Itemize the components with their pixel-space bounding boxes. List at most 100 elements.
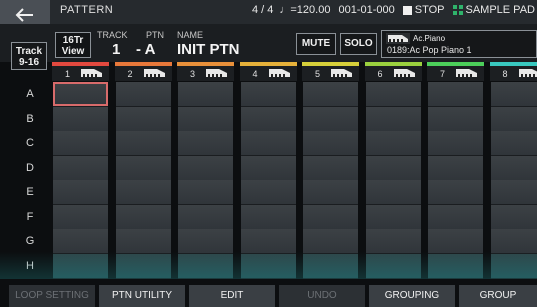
row-label-e[interactable]: E bbox=[11, 180, 49, 205]
pattern-cell-2-h[interactable] bbox=[115, 253, 171, 279]
pattern-cell-7-b[interactable] bbox=[428, 106, 483, 132]
pattern-cell-3-g[interactable] bbox=[178, 229, 233, 254]
pattern-cell-5-c[interactable] bbox=[303, 131, 358, 156]
16tr-view-button[interactable]: 16Tr View bbox=[55, 32, 91, 58]
pattern-cell-7-f[interactable] bbox=[428, 204, 483, 230]
pattern-cell-8-f[interactable] bbox=[490, 204, 537, 230]
pattern-cell-2-a[interactable] bbox=[115, 82, 171, 107]
pattern-cell-1-e[interactable] bbox=[53, 180, 108, 205]
pattern-cell-3-h[interactable] bbox=[178, 253, 233, 279]
pattern-cell-5-a[interactable] bbox=[303, 82, 358, 107]
row-label-d[interactable]: D bbox=[11, 156, 49, 181]
grand-piano-icon bbox=[143, 69, 165, 77]
pattern-cell-1-c[interactable] bbox=[53, 131, 108, 156]
track-header-8[interactable]: 8 bbox=[489, 66, 537, 81]
tempo[interactable]: ♩=120.00 bbox=[279, 4, 330, 16]
pattern-cell-4-f[interactable] bbox=[240, 204, 296, 230]
row-label-g[interactable]: G bbox=[11, 229, 49, 254]
back-arrow-icon bbox=[15, 8, 33, 22]
pattern-cell-6-h[interactable] bbox=[365, 253, 421, 279]
pattern-cell-6-d[interactable] bbox=[365, 155, 421, 181]
pattern-cell-5-d[interactable] bbox=[303, 155, 358, 181]
track-value[interactable]: 1 bbox=[112, 41, 120, 58]
stop-square-icon bbox=[402, 5, 412, 15]
row-label-b[interactable]: B bbox=[11, 107, 49, 132]
pattern-cell-8-d[interactable] bbox=[490, 155, 537, 181]
pattern-cell-1-b[interactable] bbox=[53, 106, 108, 132]
pattern-cell-8-b[interactable] bbox=[490, 106, 537, 132]
pattern-cell-2-b[interactable] bbox=[115, 106, 171, 132]
pattern-cell-5-b[interactable] bbox=[303, 106, 358, 132]
pattern-cell-1-g[interactable] bbox=[53, 229, 108, 254]
pattern-cell-4-e[interactable] bbox=[240, 180, 296, 205]
pattern-cell-4-c[interactable] bbox=[240, 131, 296, 156]
pattern-cell-1-f[interactable] bbox=[53, 204, 108, 230]
sample-pad-mode[interactable]: SAMPLE PAD bbox=[466, 4, 536, 16]
pattern-cell-2-d[interactable] bbox=[115, 155, 171, 181]
pattern-cell-1-a[interactable] bbox=[53, 82, 108, 107]
grand-piano-icon bbox=[206, 69, 227, 77]
song-position: 001-01-000 bbox=[338, 4, 395, 16]
pattern-cell-4-b[interactable] bbox=[240, 106, 296, 132]
row-label-f[interactable]: F bbox=[11, 205, 49, 230]
grouping-button[interactable]: GROUPING bbox=[369, 285, 455, 307]
pattern-cell-6-c[interactable] bbox=[365, 131, 421, 156]
ptn-utility-button[interactable]: PTN UTILITY bbox=[99, 285, 185, 307]
pattern-cell-2-g[interactable] bbox=[115, 229, 171, 254]
track-header-7[interactable]: 7 bbox=[427, 66, 484, 81]
pattern-cell-6-b[interactable] bbox=[365, 106, 421, 132]
ptn-value[interactable]: - A bbox=[136, 41, 155, 58]
pattern-cell-7-d[interactable] bbox=[428, 155, 483, 181]
solo-button[interactable]: SOLO bbox=[340, 33, 377, 55]
pattern-cell-5-h[interactable] bbox=[303, 253, 358, 279]
pattern-cell-7-a[interactable] bbox=[428, 82, 483, 107]
track-header-1[interactable]: 1 bbox=[52, 66, 109, 81]
edit-button[interactable]: EDIT bbox=[189, 285, 275, 307]
pattern-name[interactable]: INIT PTN bbox=[177, 41, 240, 58]
pattern-cell-6-a[interactable] bbox=[365, 82, 421, 107]
pattern-cell-7-c[interactable] bbox=[428, 131, 483, 156]
group-button[interactable]: GROUP bbox=[459, 285, 537, 307]
pattern-cell-7-e[interactable] bbox=[428, 180, 483, 205]
pattern-cell-8-c[interactable] bbox=[490, 131, 537, 156]
pattern-cell-7-h[interactable] bbox=[428, 253, 483, 279]
pattern-cell-8-e[interactable] bbox=[490, 180, 537, 205]
pattern-cell-2-e[interactable] bbox=[115, 180, 171, 205]
pattern-cell-5-f[interactable] bbox=[303, 204, 358, 230]
pattern-cell-6-g[interactable] bbox=[365, 229, 421, 254]
row-label-a[interactable]: A bbox=[11, 82, 49, 107]
pattern-cell-2-c[interactable] bbox=[115, 131, 171, 156]
track-header-3[interactable]: 3 bbox=[177, 66, 234, 81]
mute-button[interactable]: MUTE bbox=[296, 33, 336, 55]
track-header-5[interactable]: 5 bbox=[302, 66, 359, 81]
pattern-cell-4-a[interactable] bbox=[240, 82, 296, 107]
pattern-cell-5-g[interactable] bbox=[303, 229, 358, 254]
pattern-cell-8-h[interactable] bbox=[490, 253, 537, 279]
pattern-cell-4-d[interactable] bbox=[240, 155, 296, 181]
loop-setting-button[interactable]: LOOP SETTING bbox=[9, 285, 95, 307]
pattern-cell-3-f[interactable] bbox=[178, 204, 233, 230]
pattern-cell-5-e[interactable] bbox=[303, 180, 358, 205]
undo-button[interactable]: UNDO bbox=[279, 285, 365, 307]
pattern-cell-4-h[interactable] bbox=[240, 253, 296, 279]
pattern-cell-7-g[interactable] bbox=[428, 229, 483, 254]
pattern-cell-8-a[interactable] bbox=[490, 82, 537, 107]
pattern-cell-2-f[interactable] bbox=[115, 204, 171, 230]
pattern-cell-3-b[interactable] bbox=[178, 106, 233, 132]
pattern-cell-8-g[interactable] bbox=[490, 229, 537, 254]
track-header-2[interactable]: 2 bbox=[114, 66, 172, 81]
pattern-cell-3-d[interactable] bbox=[178, 155, 233, 181]
row-label-h[interactable]: H bbox=[11, 254, 49, 279]
pattern-cell-6-f[interactable] bbox=[365, 204, 421, 230]
pattern-cell-3-a[interactable] bbox=[178, 82, 233, 107]
track-header-6[interactable]: 6 bbox=[364, 66, 422, 81]
track-header-4[interactable]: 4 bbox=[239, 66, 297, 81]
track-column-3: 3 bbox=[177, 62, 234, 279]
pattern-cell-4-g[interactable] bbox=[240, 229, 296, 254]
pattern-cell-1-d[interactable] bbox=[53, 155, 108, 181]
pattern-cell-6-e[interactable] bbox=[365, 180, 421, 205]
row-label-c[interactable]: C bbox=[11, 131, 49, 156]
pattern-cell-1-h[interactable] bbox=[53, 253, 108, 279]
pattern-cell-3-c[interactable] bbox=[178, 131, 233, 156]
pattern-cell-3-e[interactable] bbox=[178, 180, 233, 205]
